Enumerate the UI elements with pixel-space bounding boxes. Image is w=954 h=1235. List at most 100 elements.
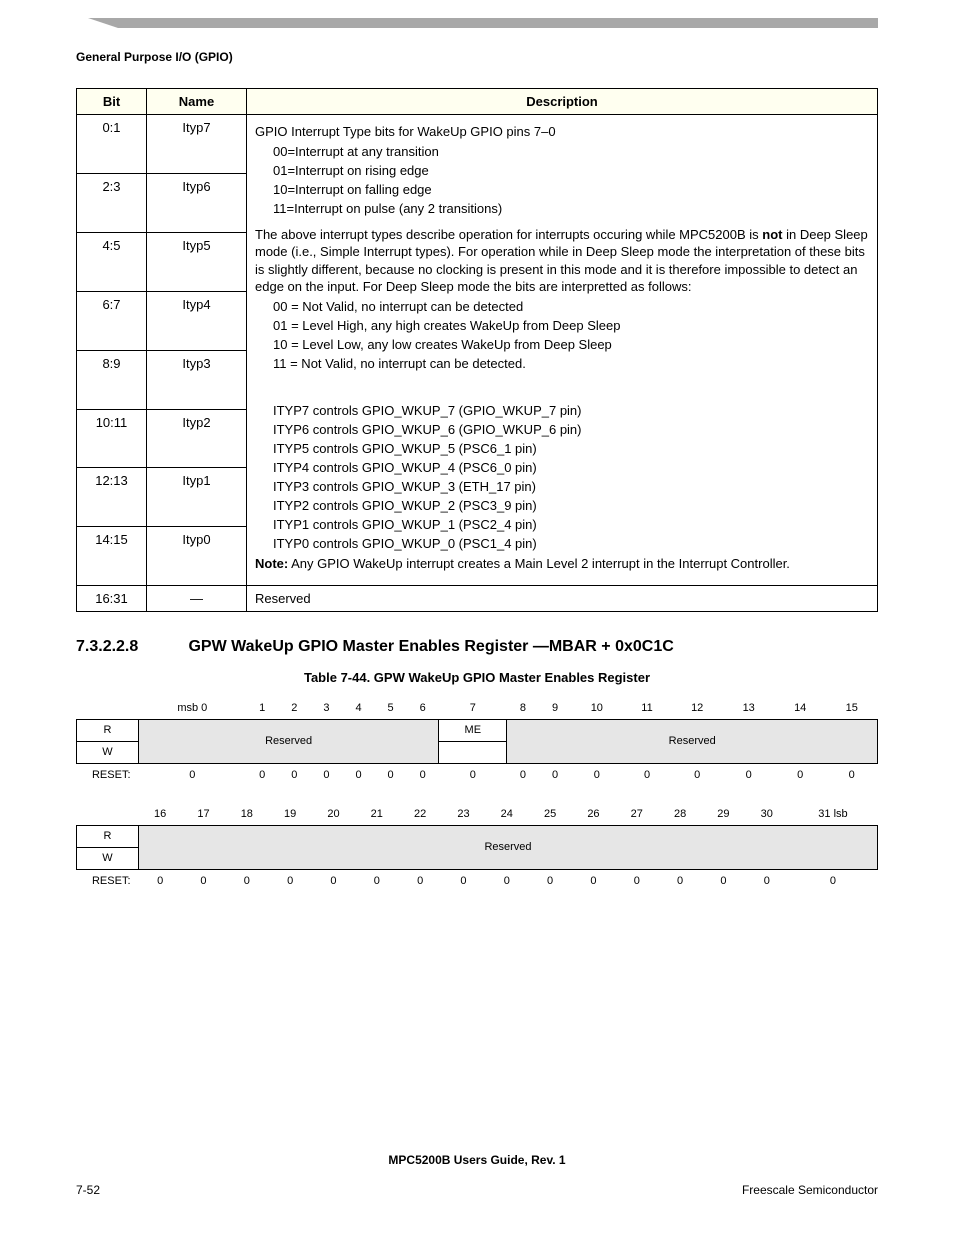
bitnum: 27 — [615, 803, 658, 825]
bitnum: 9 — [539, 697, 571, 719]
bitnum: 30 — [745, 803, 788, 825]
controls-line: ITYP5 controls GPIO_WKUP_5 (PSC6_1 pin) — [273, 441, 869, 456]
reset-val: 0 — [225, 869, 268, 891]
reset-val: 0 — [623, 763, 672, 785]
bitnum: 26 — [572, 803, 615, 825]
section-number: 7.3.2.2.8 — [76, 638, 184, 656]
desc-para: The above interrupt types describe opera… — [255, 226, 869, 296]
bit-cell: 6:7 — [77, 291, 147, 350]
reset-val: 0 — [671, 763, 723, 785]
reset-val: 0 — [826, 763, 878, 785]
reset-val: 0 — [439, 763, 507, 785]
reserved-field: Reserved — [139, 719, 439, 763]
bitnum: 20 — [312, 803, 355, 825]
deep-code-line: 01 = Level High, any high creates WakeUp… — [273, 318, 869, 333]
controls-line: ITYP2 controls GPIO_WKUP_2 (PSC3_9 pin) — [273, 498, 869, 513]
header-rule — [118, 18, 878, 28]
name-cell: Ityp5 — [147, 232, 247, 291]
reset-val: 0 — [310, 763, 342, 785]
r-label: R — [77, 719, 139, 741]
bitnum: 21 — [355, 803, 398, 825]
desc-note: Note: Any GPIO WakeUp interrupt creates … — [255, 555, 869, 573]
bitnum: 14 — [774, 697, 826, 719]
bitnum: 25 — [528, 803, 571, 825]
controls-line: ITYP7 controls GPIO_WKUP_7 (GPIO_WKUP_7 … — [273, 403, 869, 418]
footer-doc-title: MPC5200B Users Guide, Rev. 1 — [76, 1153, 878, 1167]
bit-cell: 16:31 — [77, 586, 147, 612]
section-header: General Purpose I/O (GPIO) — [76, 50, 878, 64]
reset-val: 0 — [182, 869, 225, 891]
deep-code-line: 00 = Not Valid, no interrupt can be dete… — [273, 299, 869, 314]
name-cell: Ityp4 — [147, 291, 247, 350]
bit-cell: 14:15 — [77, 527, 147, 586]
bitnum: 1 — [246, 697, 278, 719]
bitnum: 17 — [182, 803, 225, 825]
reset-val: 0 — [485, 869, 528, 891]
reset-val: 0 — [312, 869, 355, 891]
col-desc: Description — [247, 89, 878, 115]
reset-val: 0 — [268, 869, 311, 891]
reset-val: 0 — [507, 763, 539, 785]
controls-line: ITYP3 controls GPIO_WKUP_3 (ETH_17 pin) — [273, 479, 869, 494]
controls-line: ITYP1 controls GPIO_WKUP_1 (PSC2_4 pin) — [273, 517, 869, 532]
reset-val: 0 — [355, 869, 398, 891]
bitnum: 10 — [571, 697, 623, 719]
desc-intro: GPIO Interrupt Type bits for WakeUp GPIO… — [255, 123, 869, 141]
reserved-field: Reserved — [507, 719, 878, 763]
bitnum: 8 — [507, 697, 539, 719]
deep-code-line: 11 = Not Valid, no interrupt can be dete… — [273, 356, 869, 371]
page-footer: MPC5200B Users Guide, Rev. 1 7-52 Freesc… — [76, 1153, 878, 1197]
bit-cell: 0:1 — [77, 115, 147, 174]
reset-val: 0 — [139, 869, 182, 891]
bitnum: 29 — [702, 803, 745, 825]
reset-val: 0 — [539, 763, 571, 785]
reset-val: 0 — [723, 763, 775, 785]
reset-val: 0 — [398, 869, 441, 891]
bitnum: 28 — [658, 803, 701, 825]
reset-val: 0 — [745, 869, 788, 891]
reset-val: 0 — [139, 763, 247, 785]
w-label: W — [77, 741, 139, 763]
name-cell: Ityp2 — [147, 409, 247, 468]
register-table-high: msb 0 1 2 3 4 5 6 7 8 9 10 11 12 13 14 1… — [76, 697, 878, 785]
bitnum: 3 — [310, 697, 342, 719]
col-bit: Bit — [77, 89, 147, 115]
name-cell: Ityp6 — [147, 173, 247, 232]
me-field-w — [439, 741, 507, 763]
name-cell: Ityp0 — [147, 527, 247, 586]
bitnum: 31 lsb — [788, 803, 877, 825]
bit-cell: 10:11 — [77, 409, 147, 468]
bitnum: 19 — [268, 803, 311, 825]
reset-val: 0 — [342, 763, 374, 785]
w-label: W — [77, 847, 139, 869]
bit-cell: 4:5 — [77, 232, 147, 291]
controls-line: ITYP6 controls GPIO_WKUP_6 (GPIO_WKUP_6 … — [273, 422, 869, 437]
reset-val: 0 — [571, 763, 623, 785]
desc-cell: Reserved — [247, 586, 878, 612]
bitnum: 5 — [375, 697, 407, 719]
bit-cell: 12:13 — [77, 468, 147, 527]
bitnum: 13 — [723, 697, 775, 719]
desc-cell: GPIO Interrupt Type bits for WakeUp GPIO… — [247, 115, 878, 586]
controls-line: ITYP0 controls GPIO_WKUP_0 (PSC1_4 pin) — [273, 536, 869, 551]
bitnum: 2 — [278, 697, 310, 719]
reset-val: 0 — [788, 869, 877, 891]
bitnum: 24 — [485, 803, 528, 825]
name-cell: Ityp1 — [147, 468, 247, 527]
bitnum: 6 — [407, 697, 439, 719]
code-line: 11=Interrupt on pulse (any 2 transitions… — [273, 201, 869, 216]
reset-val: 0 — [442, 869, 485, 891]
register-table-low: 16 17 18 19 20 21 22 23 24 25 26 27 28 2… — [76, 803, 878, 891]
reserved-field: Reserved — [139, 825, 878, 869]
reset-val: 0 — [702, 869, 745, 891]
bitnum: 22 — [398, 803, 441, 825]
code-line: 00=Interrupt at any transition — [273, 144, 869, 159]
name-cell: — — [147, 586, 247, 612]
code-line: 10=Interrupt on falling edge — [273, 182, 869, 197]
table-caption: Table 7-44. GPW WakeUp GPIO Master Enabl… — [76, 670, 878, 685]
reset-val: 0 — [246, 763, 278, 785]
bitnum: 12 — [671, 697, 723, 719]
bitnum: 7 — [439, 697, 507, 719]
controls-line: ITYP4 controls GPIO_WKUP_4 (PSC6_0 pin) — [273, 460, 869, 475]
reset-val: 0 — [572, 869, 615, 891]
